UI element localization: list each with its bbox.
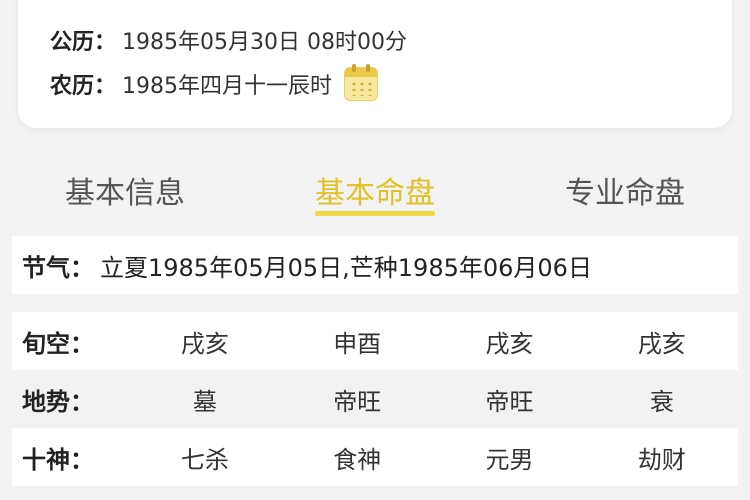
table-cell: 戌亥 — [180, 329, 229, 358]
chart-table: 旬空： 戌亥 申酉 戌亥 戌亥 地势： 墓 帝旺 帝旺 衰 十神： 七杀 食神 … — [12, 312, 738, 486]
table-cell: 衰 — [649, 387, 674, 416]
table-row: 地势： 墓 帝旺 帝旺 衰 — [12, 370, 738, 428]
tab-bar: 基本信息 基本命盘 专业命盘 — [0, 158, 750, 222]
lunar-date-row: 农历： 1985年四月十一辰时 — [50, 64, 379, 102]
solar-date-row: 公历： 1985年05月30日 08时00分 — [50, 22, 407, 58]
table-cell: 申酉 — [333, 329, 382, 358]
solar-term-label: 节气： — [22, 253, 94, 282]
calendar-icon[interactable] — [344, 64, 379, 101]
table-cell: 帝旺 — [485, 387, 534, 416]
row-label: 十神： — [22, 445, 94, 474]
table-row: 旬空： 戌亥 申酉 戌亥 戌亥 — [12, 312, 738, 370]
table-cell: 食神 — [333, 445, 382, 474]
table-cell: 帝旺 — [333, 387, 382, 416]
birth-info-card — [18, 0, 732, 128]
table-cell: 戌亥 — [637, 329, 686, 358]
table-row: 十神： 七杀 食神 元男 劫财 — [12, 428, 738, 486]
lunar-date-value: 1985年四月十一辰时 — [122, 74, 333, 99]
tab-basic-chart[interactable]: 基本命盘 — [250, 158, 500, 222]
row-label: 地势： — [22, 387, 94, 416]
table-cell: 七杀 — [180, 445, 229, 474]
row-label: 旬空： — [22, 329, 94, 358]
tab-basic-info[interactable]: 基本信息 — [0, 158, 250, 222]
solar-term-row: 节气： 立夏1985年05月05日,芒种1985年06月06日 — [12, 236, 738, 295]
table-cell: 墓 — [192, 387, 217, 416]
table-cell: 劫财 — [637, 445, 686, 474]
tab-pro-chart[interactable]: 专业命盘 — [500, 158, 750, 222]
solar-term-value: 立夏1985年05月05日,芒种1985年06月06日 — [100, 253, 592, 282]
table-cell: 戌亥 — [485, 329, 534, 358]
solar-date-value: 1985年05月30日 08时00分 — [122, 30, 407, 55]
solar-date-label: 公历： — [50, 30, 117, 55]
table-cell: 元男 — [485, 445, 534, 474]
lunar-date-label: 农历： — [50, 74, 117, 99]
